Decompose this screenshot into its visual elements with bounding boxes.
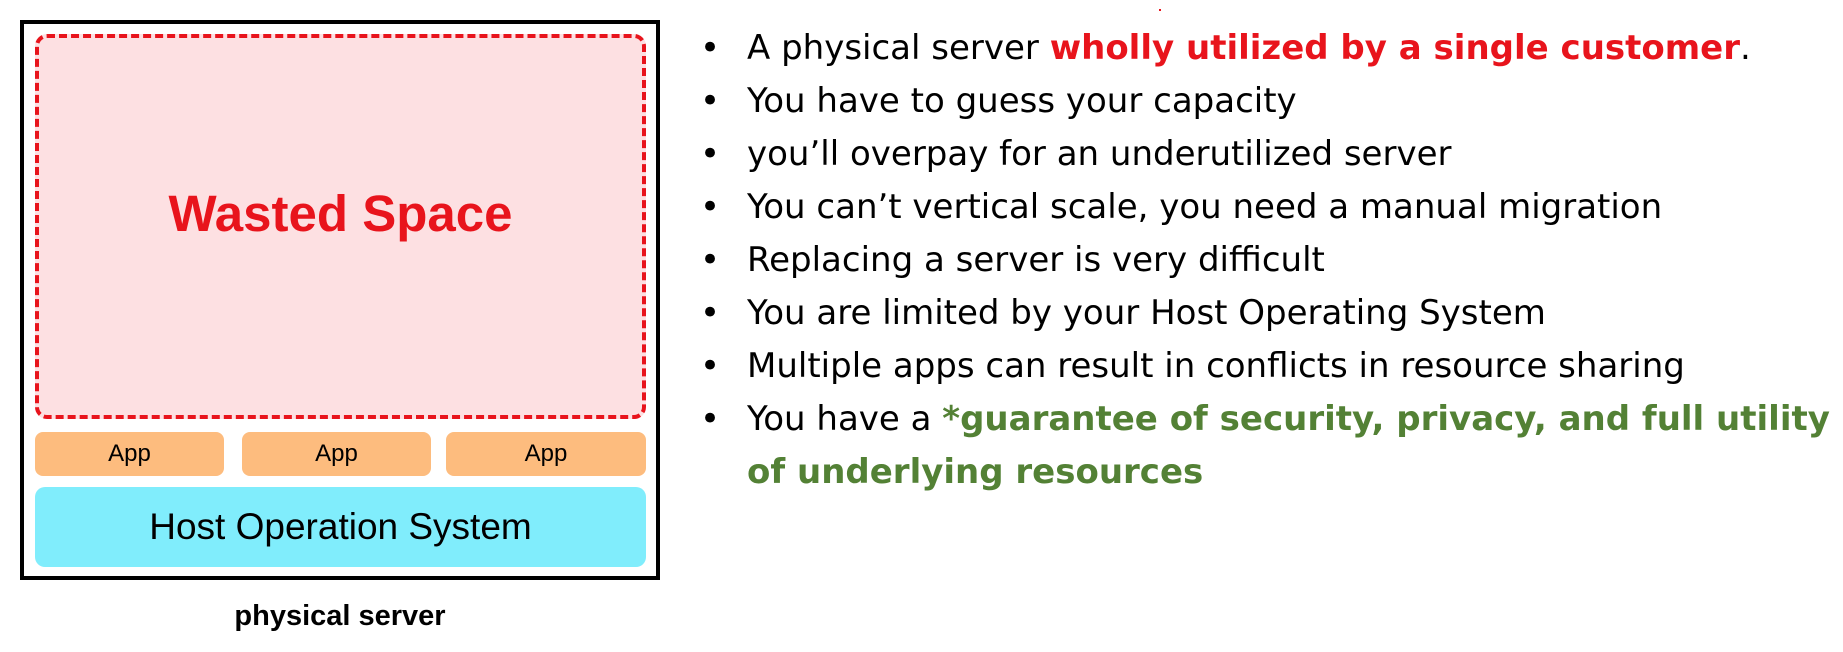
bullet-text: You can’t vertical scale, you need a man… [747, 187, 1663, 227]
wasted-space-region: Wasted Space [35, 34, 646, 419]
app-box-1: App [35, 432, 224, 476]
bullet-item-4: • You can’t vertical scale, you need a ma… [700, 181, 1840, 234]
bullet-highlight: wholly utilized by a single customer [1049, 28, 1740, 68]
stray-mark [1159, 9, 1161, 11]
bullet-dot: • [700, 187, 721, 227]
bullet-dot: • [700, 240, 721, 280]
bullet-dot: • [700, 346, 721, 386]
app-box-2: App [242, 432, 431, 476]
bullet-item-6: • You are limited by your Host Operating … [700, 287, 1840, 340]
bullet-text: Multiple apps can result in conflicts in… [747, 346, 1685, 386]
bullet-dot: • [700, 293, 721, 333]
bullet-item-2: • You have to guess your capacity [700, 75, 1840, 128]
bullet-dot: • [700, 399, 721, 439]
bullet-text: you’ll overpay for an underutilized serv… [747, 134, 1452, 174]
bullet-item-5: • Replacing a server is very difficult [700, 234, 1840, 287]
bullet-item-1: • A physical server wholly utilized by a … [700, 22, 1840, 75]
bullet-text: Replacing a server is very difficult [747, 240, 1325, 280]
bullet-dot: • [700, 28, 721, 68]
bullet-list: • A physical server wholly utilized by a … [700, 22, 1840, 499]
bullet-text: You are limited by your Host Operating S… [747, 293, 1546, 333]
bullet-text-end: . [1740, 28, 1751, 68]
app-box-3: App [446, 432, 646, 476]
bullet-item-7: • Multiple apps can result in conflicts i… [700, 340, 1840, 393]
bullet-text: You have a [747, 399, 943, 439]
host-os-box: Host Operation System [35, 487, 646, 567]
bullet-item-8: • You have a *guarantee of security, priv… [700, 393, 1840, 499]
wasted-space-label: Wasted Space [168, 185, 513, 242]
server-caption: physical server [234, 600, 446, 632]
bullet-item-3: • you’ll overpay for an underutilized ser… [700, 128, 1840, 181]
bullet-dot: • [700, 81, 721, 121]
bullet-text: A physical server [747, 28, 1050, 68]
bullet-dot: • [700, 134, 721, 174]
bullet-text: You have to guess your capacity [747, 81, 1297, 121]
